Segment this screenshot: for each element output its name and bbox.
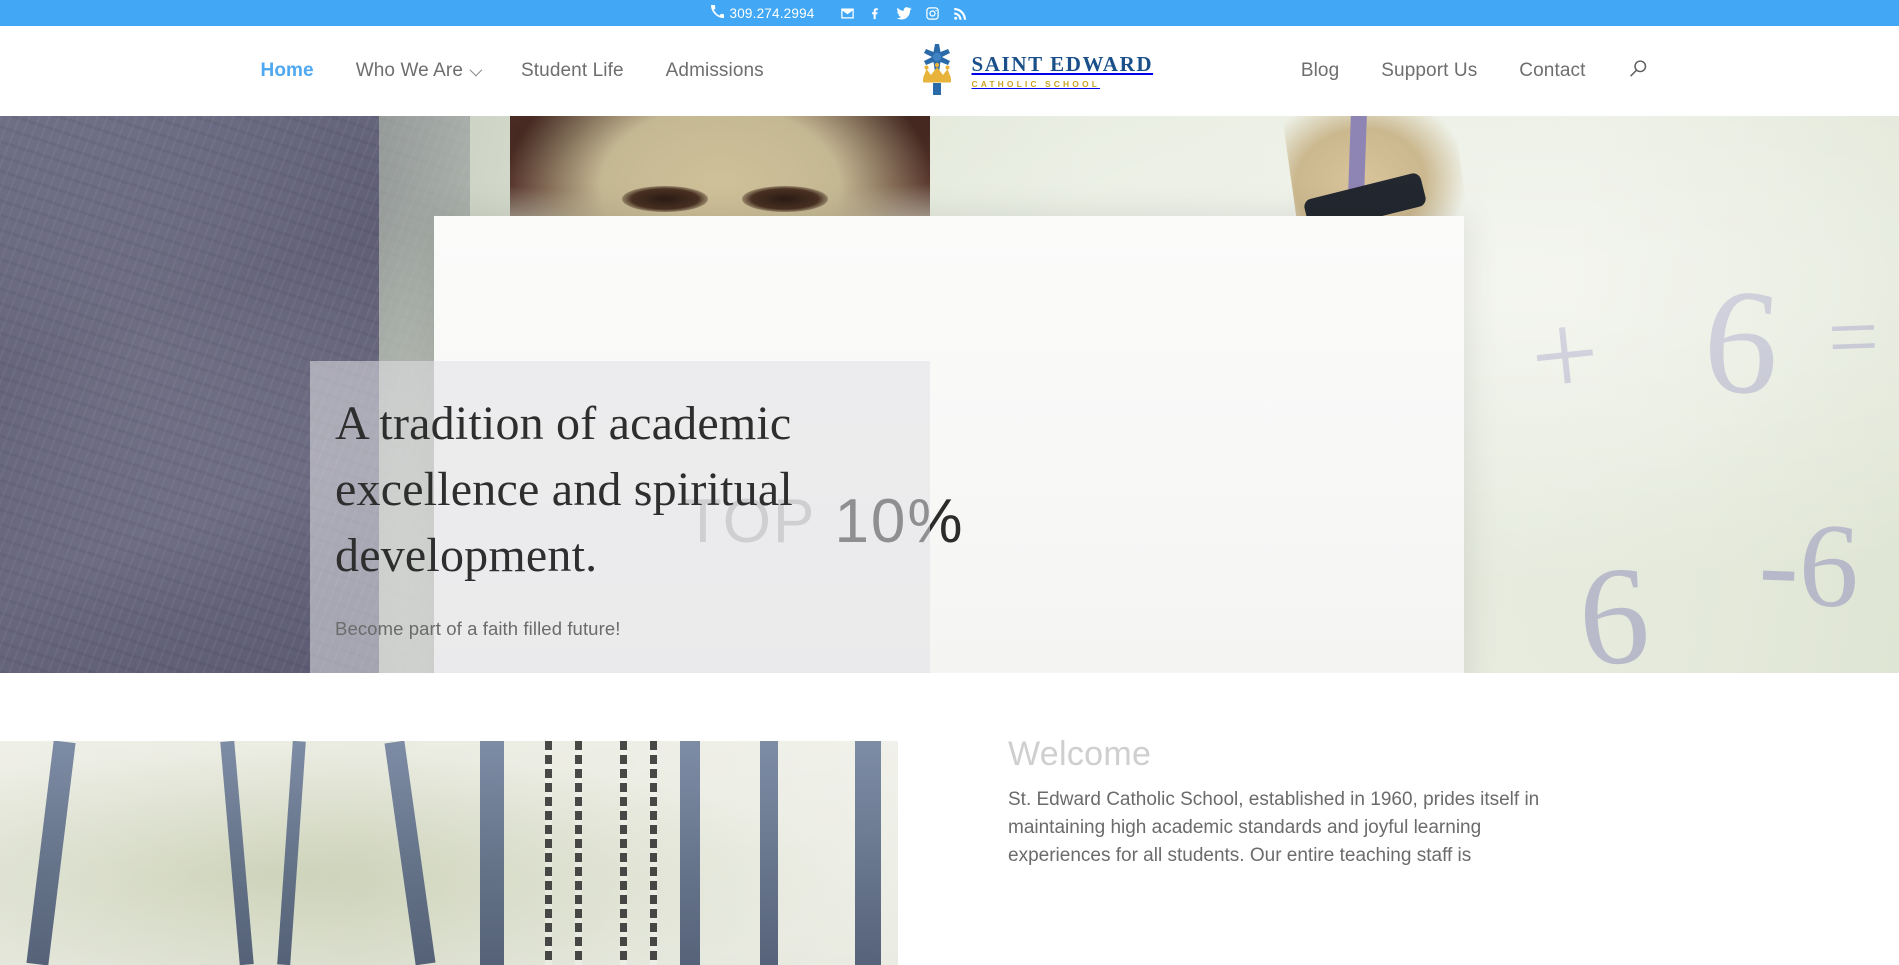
handwriting-plus: + <box>1524 284 1606 425</box>
eye-right <box>742 186 828 212</box>
top-bar-inner: 309.274.2994 <box>710 4 969 21</box>
swing-post <box>384 741 436 965</box>
site-logo[interactable]: SAINT EDWARD CATHOLIC SCHOOL <box>898 42 1168 101</box>
nav-label: Support Us <box>1381 60 1478 81</box>
nav-wrapper: Home Who We Are Student Life Admissions <box>240 42 1660 101</box>
site-header: Home Who We Are Student Life Admissions <box>0 26 1899 116</box>
welcome-paragraph: St. Edward Catholic School, established … <box>1008 789 1540 866</box>
rss-icon[interactable] <box>953 6 968 21</box>
nav-label: Admissions <box>665 60 764 81</box>
email-icon[interactable] <box>840 6 855 21</box>
facebook-icon[interactable] <box>868 6 883 21</box>
swing-post <box>855 741 881 965</box>
hero-content: A tradition of academic excellence and s… <box>335 391 935 673</box>
hero-background-photo: + 6 6 -6 = TOP 10% NATIONALLY <box>0 116 1899 673</box>
nav-item-blog[interactable]: Blog <box>1280 60 1360 82</box>
handwriting-equals: = <box>1826 287 1881 388</box>
swing-post <box>480 741 504 965</box>
nav-label: Blog <box>1300 60 1340 81</box>
hero-title: A tradition of academic excellence and s… <box>335 397 793 583</box>
logo-name: SAINT EDWARD <box>971 51 1154 76</box>
swing-chain <box>650 741 657 965</box>
primary-nav-left: Home Who We Are Student Life Admissions <box>240 60 785 82</box>
swing-post <box>760 741 778 965</box>
chevron-down-icon <box>469 63 483 76</box>
swing-post <box>220 741 254 965</box>
nav-item-contact[interactable]: Contact <box>1498 60 1606 82</box>
playground-photo <box>0 741 898 965</box>
nav-item-home[interactable]: Home <box>240 60 335 82</box>
search-button[interactable] <box>1606 58 1659 84</box>
cross-crown-icon <box>912 42 962 101</box>
twitter-icon[interactable] <box>896 5 913 21</box>
top-bar: 309.274.2994 <box>0 0 1899 26</box>
search-icon <box>1628 58 1649 84</box>
handwriting-six-b: 6 <box>1574 537 1654 673</box>
phone-block[interactable]: 309.274.2994 <box>710 4 815 21</box>
swing-chain <box>545 741 552 965</box>
nav-item-admissions[interactable]: Admissions <box>645 60 785 82</box>
marker-icon <box>1348 116 1368 193</box>
social-links <box>840 5 968 21</box>
swing-post <box>26 741 76 965</box>
welcome-text-block: Welcome St. Edward Catholic School, esta… <box>898 673 1899 965</box>
nav-label: Student Life <box>521 60 624 81</box>
logo-text: SAINT EDWARD CATHOLIC SCHOOL <box>971 51 1154 89</box>
swing-post <box>277 741 306 965</box>
phone-number: 309.274.2994 <box>729 5 815 21</box>
nav-label: Who We Are <box>355 60 464 81</box>
swing-chain <box>620 741 627 965</box>
nav-item-support-us[interactable]: Support Us <box>1360 60 1498 82</box>
nav-item-student-life[interactable]: Student Life <box>500 60 645 82</box>
nav-item-who-we-are[interactable]: Who We Are <box>335 60 500 82</box>
nav-label: Home <box>260 60 314 81</box>
instagram-icon[interactable] <box>925 6 940 21</box>
hero-section: + 6 6 -6 = TOP 10% NATIONALLY A trad <box>0 116 1899 673</box>
hero-subtitle: Become part of a faith filled future! <box>335 617 621 639</box>
handwriting-minus-six: -6 <box>1756 496 1862 633</box>
welcome-section: Welcome St. Edward Catholic School, esta… <box>0 673 1899 965</box>
primary-nav-right: Blog Support Us Contact <box>1280 58 1660 84</box>
eye-left <box>622 186 708 212</box>
nav-label: Contact <box>1519 60 1586 81</box>
swing-post <box>680 741 700 965</box>
phone-icon <box>710 4 725 21</box>
swing-chain <box>575 741 582 965</box>
handwriting-six-a: 6 <box>1698 256 1785 428</box>
welcome-heading: Welcome <box>1008 735 1152 773</box>
logo-tagline: CATHOLIC SCHOOL <box>971 78 1101 89</box>
